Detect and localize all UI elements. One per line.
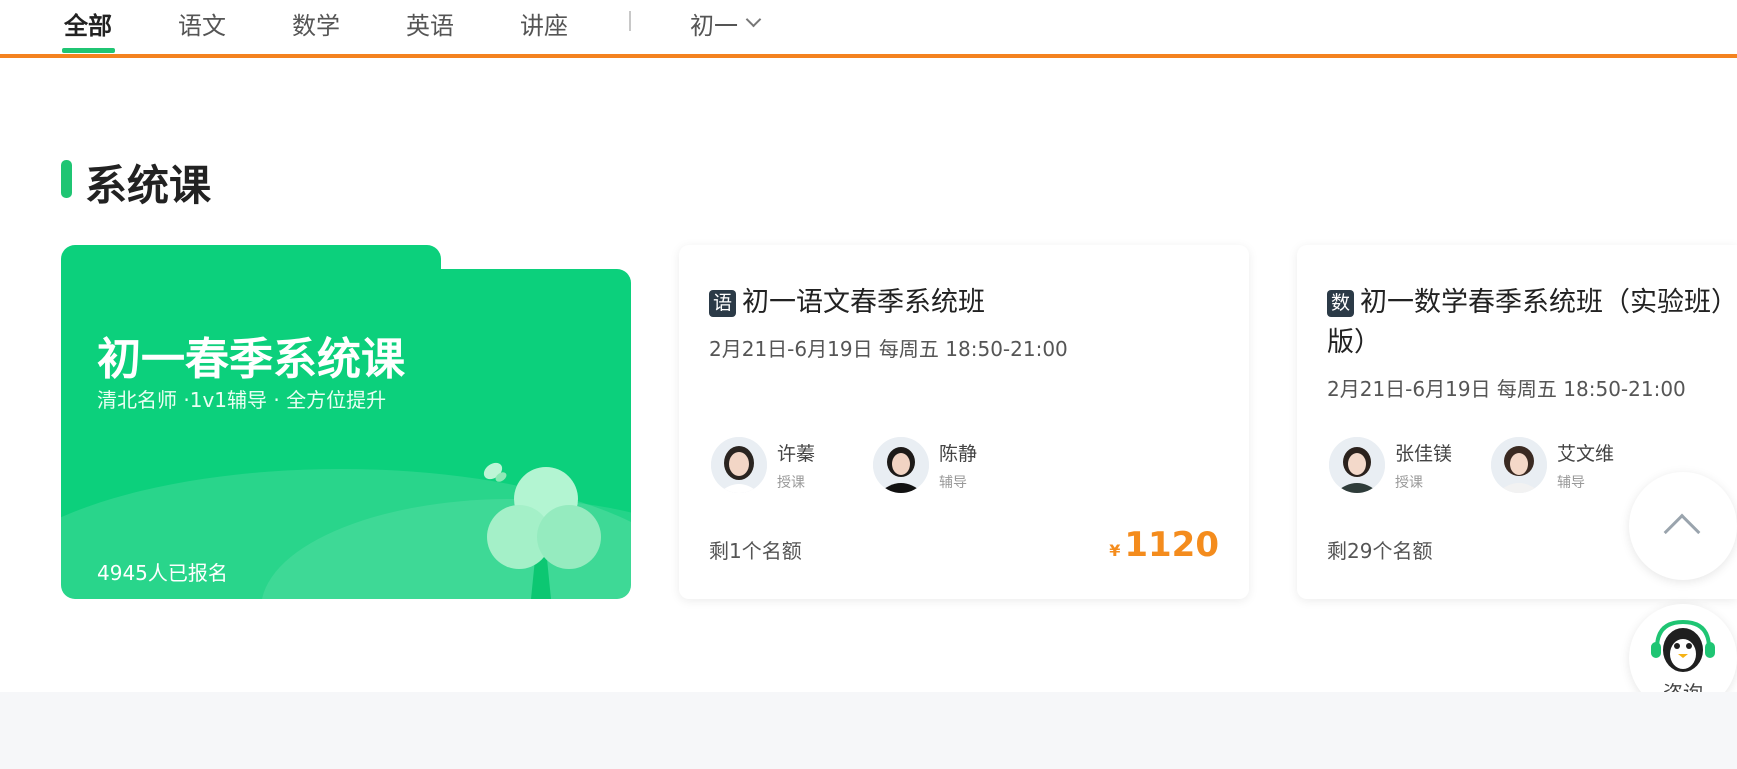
course-time: 2月21日-6月19日 每周五 18:50-21:00 <box>709 337 1068 361</box>
tab-english[interactable]: 英语 <box>406 6 454 41</box>
grade-dropdown-label: 初一 <box>690 12 738 40</box>
section-title: 系统课 <box>85 161 212 210</box>
avatar <box>1329 437 1385 493</box>
teacher-role: 授课 <box>777 474 805 491</box>
course-title-text: 初一数学春季系统班（实验班）版） <box>1327 287 1737 358</box>
grade-dropdown[interactable]: 初一 <box>690 6 762 41</box>
avatar <box>711 437 767 493</box>
chevron-up-icon <box>1663 513 1701 551</box>
tab-all[interactable]: 全部 <box>64 6 112 41</box>
teacher: 许蓁 授课 <box>711 437 815 493</box>
teacher-name: 艾文维 <box>1557 442 1615 465</box>
teacher-role: 授课 <box>1395 474 1423 491</box>
tree-illustration-icon <box>483 462 601 599</box>
tab-chinese[interactable]: 语文 <box>178 6 226 41</box>
tab-math[interactable]: 数学 <box>292 6 340 41</box>
promo-card-body: 初一春季系统课 清北名师 ·1v1辅导 · 全方位提升 4945人已报名 <box>61 269 631 599</box>
subject-badge: 语 <box>709 290 736 317</box>
teacher-name: 许蓁 <box>777 442 816 465</box>
course-time: 2月21日-6月19日 每周五 18:50-21:00 <box>1327 377 1686 401</box>
avatar <box>1491 437 1547 493</box>
teacher-name: 陈静 <box>939 442 978 465</box>
course-card[interactable]: 语初一语文春季系统班 2月21日-6月19日 每周五 18:50-21:00 许… <box>679 245 1249 599</box>
course-price: ¥1120 <box>1109 525 1219 565</box>
course-title: 数初一数学春季系统班（实验班）版） <box>1327 283 1737 363</box>
teacher: 艾文维 辅导 <box>1491 437 1614 493</box>
remaining-seats: 剩29个名额 <box>1327 539 1433 563</box>
teacher: 陈静 辅导 <box>873 437 977 493</box>
teacher-role: 辅导 <box>1557 474 1585 491</box>
page: 全部 语文 数学 英语 讲座 初一 系统课 初一春季系统课 清北名师 ·1v1辅… <box>0 0 1737 769</box>
promo-title: 初一春季系统课 <box>97 334 405 385</box>
back-to-top-button[interactable] <box>1629 472 1737 580</box>
remaining-seats: 剩1个名额 <box>709 539 802 563</box>
footer-band <box>0 692 1737 769</box>
price-amount: 1120 <box>1124 525 1219 565</box>
promo-subtitle: 清北名师 ·1v1辅导 · 全方位提升 <box>97 388 387 412</box>
avatar <box>873 437 929 493</box>
nav-separator <box>629 11 631 31</box>
currency-symbol: ¥ <box>1109 541 1121 560</box>
promo-card[interactable]: 初一春季系统课 清北名师 ·1v1辅导 · 全方位提升 4945人已报名 <box>61 245 631 599</box>
course-title-text: 初一语文春季系统班 <box>742 287 985 318</box>
teacher-role: 辅导 <box>939 474 967 491</box>
promo-enrolled-count: 4945人已报名 <box>97 561 228 585</box>
teacher-name: 张佳镁 <box>1395 442 1453 465</box>
active-tab-indicator <box>62 48 115 53</box>
teacher: 张佳镁 授课 <box>1329 437 1452 493</box>
section-title-bar <box>61 160 72 198</box>
subject-badge: 数 <box>1327 290 1354 317</box>
penguin-headset-icon <box>1651 619 1715 672</box>
tab-lecture[interactable]: 讲座 <box>520 6 568 41</box>
top-nav: 全部 语文 数学 英语 讲座 初一 <box>0 0 1737 58</box>
course-title: 语初一语文春季系统班 <box>709 283 1239 323</box>
chevron-down-icon <box>745 11 762 28</box>
